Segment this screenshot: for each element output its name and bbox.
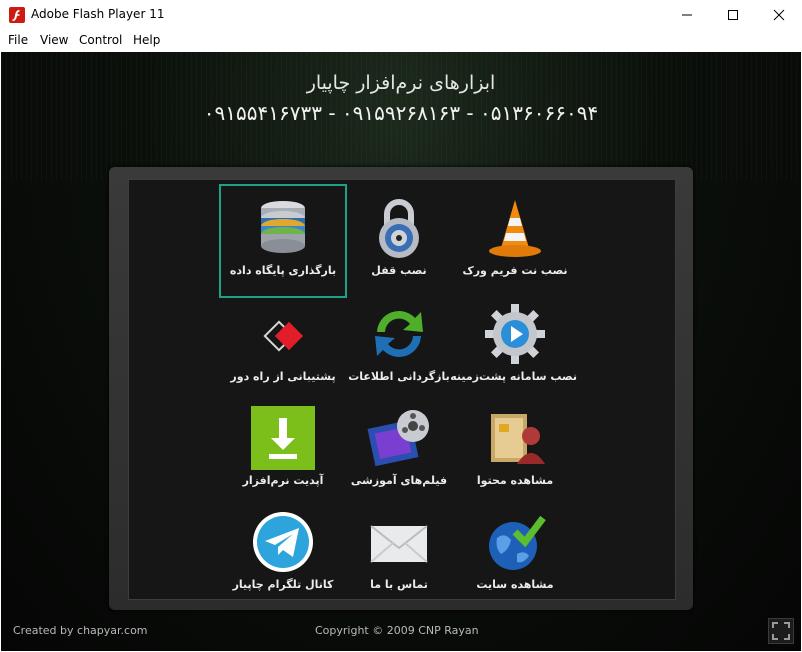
gear-play-icon xyxy=(483,302,547,366)
menu-bar: File View Control Help xyxy=(0,31,802,51)
tile-label: مشاهده سایت xyxy=(476,578,554,591)
tile-view-website[interactable]: مشاهده سایت xyxy=(453,500,577,610)
sync-arrows-icon xyxy=(367,302,431,366)
tile-database-load[interactable]: بارگذاری پایگاه داده xyxy=(219,184,347,298)
tile-update-software[interactable]: آپدیت نرم‌افزار xyxy=(221,396,345,506)
tile-label: تماس با ما xyxy=(370,578,428,591)
tile-install-background-system[interactable]: نصب سامانه پشت‌زمینه xyxy=(450,292,577,402)
flash-player-window: Adobe Flash Player 11 File View Control … xyxy=(0,0,802,652)
tile-label: نصب سامانه پشت‌زمینه xyxy=(450,370,577,383)
tile-label: مشاهده محتوا xyxy=(476,474,554,487)
traffic-cone-icon xyxy=(483,196,547,260)
flash-stage: ابزارهای نرم‌افزار چاپیار ۰۵۱۳۶۰۶۶۰۹۴ - … xyxy=(1,52,801,651)
tile-label: نصب نت فریم ورک xyxy=(462,264,568,277)
tile-install-net-framework[interactable]: نصب نت فریم ورک xyxy=(453,186,577,296)
tile-contact-us[interactable]: تماس با ما xyxy=(337,500,461,610)
tile-remote-support[interactable]: پشتیبانی از راه دور xyxy=(221,292,345,402)
download-icon xyxy=(251,406,315,470)
expand-icon xyxy=(772,622,790,640)
tile-install-lock[interactable]: نصب قفل xyxy=(337,186,461,296)
maximize-icon xyxy=(728,10,738,20)
tile-label: نصب قفل xyxy=(371,264,427,277)
menu-file[interactable]: File xyxy=(8,33,28,47)
tile-label: پشتیبانی از راه دور xyxy=(230,370,336,383)
page-title: ابزارهای نرم‌افزار چاپیار xyxy=(306,72,496,94)
close-icon xyxy=(773,9,785,21)
close-button[interactable] xyxy=(756,0,802,30)
menu-control[interactable]: Control xyxy=(79,33,122,47)
tile-restore-data[interactable]: بازگردانی اطلاعات xyxy=(337,292,461,402)
maximize-button[interactable] xyxy=(710,0,756,30)
phone-numbers: ۰۵۱۳۶۰۶۶۰۹۴ - ۰۹۱۵۹۲۶۸۱۶۳ - ۰۹۱۵۵۴۱۶۷۳۳ xyxy=(203,101,599,125)
tile-label: بارگذاری پایگاه داده xyxy=(229,264,337,277)
tile-view-content[interactable]: مشاهده محتوا xyxy=(453,396,577,506)
tile-label: آپدیت نرم‌افزار xyxy=(242,474,324,487)
tile-training-videos[interactable]: فیلم‌های آموزشی xyxy=(337,396,461,506)
padlock-icon xyxy=(367,196,431,260)
database-icon xyxy=(251,196,315,260)
minimize-icon xyxy=(682,14,692,16)
tile-label: کانال تلگرام چاپیار xyxy=(232,578,334,591)
flash-icon xyxy=(9,7,25,23)
tile-label: فیلم‌های آموزشی xyxy=(350,474,448,487)
folder-user-icon xyxy=(483,406,547,470)
window-title: Adobe Flash Player 11 xyxy=(31,7,165,21)
tile-label: بازگردانی اطلاعات xyxy=(348,370,450,383)
creator-credit: Created by chapyar.com xyxy=(13,624,148,637)
remote-support-icon xyxy=(251,302,315,366)
fullscreen-button[interactable] xyxy=(768,618,794,644)
menu-help[interactable]: Help xyxy=(133,33,160,47)
film-reel-icon xyxy=(367,406,431,470)
envelope-icon xyxy=(367,510,431,574)
minimize-button[interactable] xyxy=(664,0,710,30)
telegram-icon xyxy=(251,510,315,574)
title-bar: Adobe Flash Player 11 xyxy=(0,0,802,30)
copyright-text: Copyright © 2009 CNP Rayan xyxy=(315,624,479,637)
menu-view[interactable]: View xyxy=(40,33,68,47)
globe-check-icon xyxy=(483,510,547,574)
tile-telegram-channel[interactable]: کانال تلگرام چاپیار xyxy=(221,500,345,610)
